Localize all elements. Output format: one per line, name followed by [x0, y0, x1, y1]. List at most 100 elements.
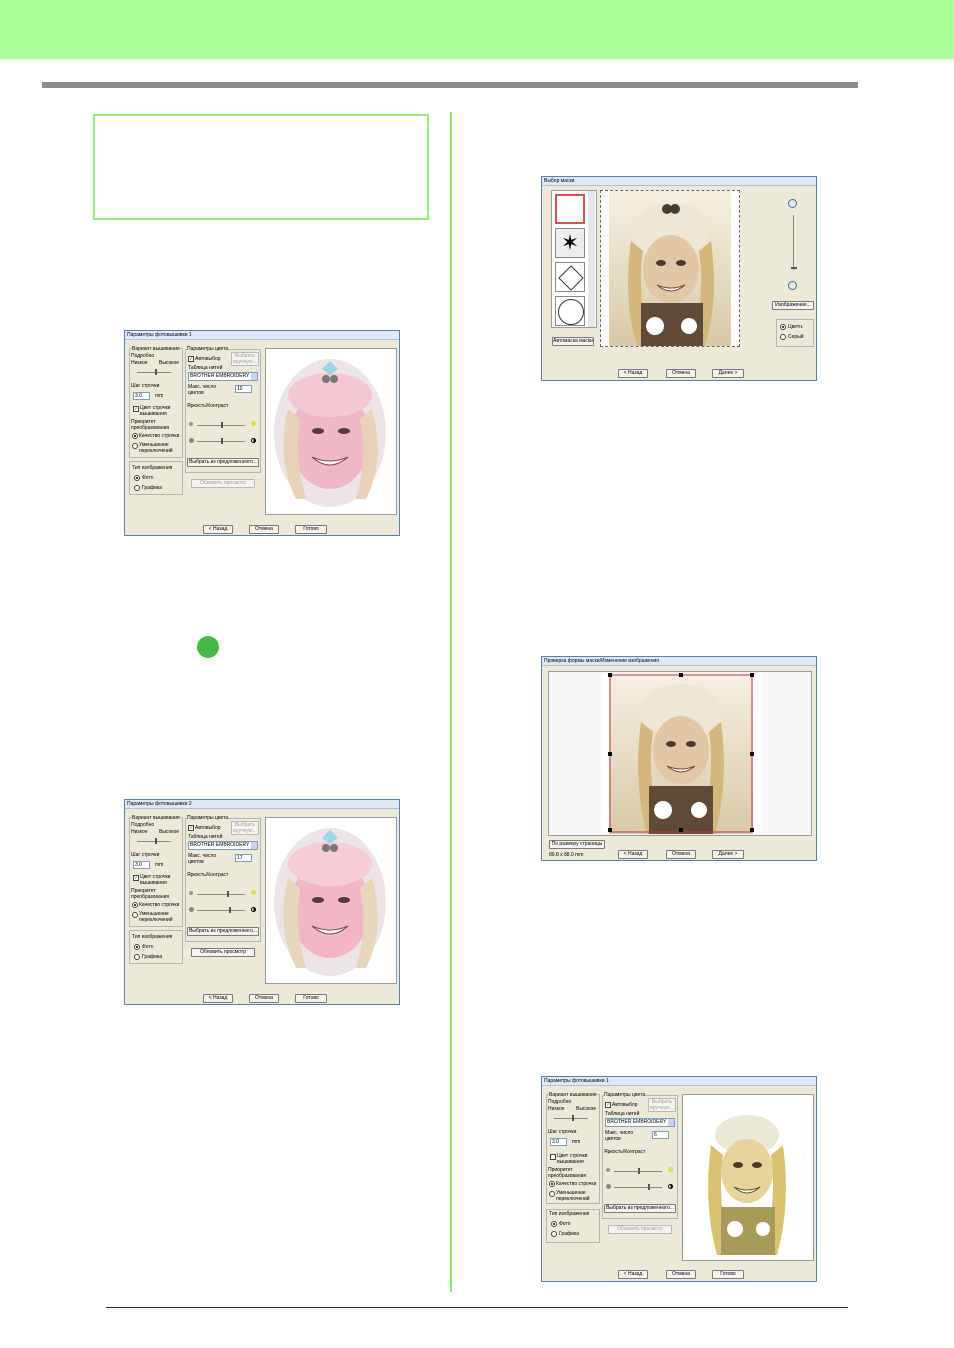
reduce-radio[interactable] — [549, 1191, 555, 1197]
max-colors-label: Макс. число цветов — [188, 853, 217, 865]
auto-select-checkbox[interactable]: ✓ — [188, 356, 194, 362]
circle-mask-icon[interactable] — [555, 296, 585, 326]
reduce-radio[interactable] — [132, 443, 138, 449]
cancel-button[interactable]: Отмена — [666, 850, 696, 859]
rectangle-mask-icon[interactable] — [555, 194, 585, 224]
max-colors-input[interactable]: 17 — [235, 854, 252, 862]
quality-radio[interactable] — [132, 433, 138, 439]
zoom-in-icon[interactable] — [788, 199, 797, 208]
graphics-radio[interactable] — [134, 485, 140, 491]
cancel-button[interactable]: Отмена — [249, 525, 279, 534]
diamond-mask-icon[interactable] — [555, 262, 585, 292]
photo-radio[interactable] — [551, 1221, 557, 1227]
choose-button[interactable]: Выбрать вручную... — [648, 1098, 676, 1112]
contrast-slider[interactable] — [197, 907, 245, 913]
zoom-out-icon[interactable] — [788, 281, 797, 290]
done-button[interactable]: Готово — [295, 525, 327, 534]
mask-shape-list[interactable]: ✶ — [551, 190, 597, 328]
max-colors-input[interactable]: 6 — [652, 1131, 669, 1139]
detail-slider[interactable] — [137, 838, 171, 844]
back-button[interactable]: < Назад — [618, 369, 648, 378]
thread-color-checkbox[interactable] — [550, 1154, 556, 1160]
cancel-button[interactable]: Отмена — [249, 994, 279, 1003]
photo-radio[interactable] — [134, 944, 140, 950]
dialog-title: Параметры фотовышивки 2 — [125, 800, 399, 809]
contrast-slider[interactable] — [614, 1184, 662, 1190]
next-button[interactable]: Далее > — [712, 369, 744, 378]
max-colors-label: Макс. число цветов — [605, 1130, 634, 1142]
detail-slider[interactable] — [554, 1115, 588, 1121]
reduce-radio[interactable] — [132, 912, 138, 918]
photo-radio[interactable] — [134, 475, 140, 481]
dialog-title: Параметры фотовышивки 1 — [125, 331, 399, 340]
detail-slider[interactable] — [137, 369, 171, 375]
auto-select-checkbox[interactable]: ✓ — [605, 1102, 611, 1108]
variant-group-label: Вариант вышивания — [549, 1092, 597, 1098]
step-marker — [197, 636, 219, 658]
quality-label: Качество строчки — [139, 433, 180, 439]
choose-suggested-button[interactable]: Выбрать из предложенного... — [187, 458, 259, 467]
done-button[interactable]: Готово — [295, 994, 327, 1003]
step-input[interactable]: 3.0 — [550, 1138, 567, 1146]
image-button[interactable]: Изображение... — [772, 301, 814, 310]
choose-button[interactable]: Выбрать вручную... — [231, 352, 259, 366]
back-button[interactable]: < Назад — [203, 994, 233, 1003]
auto-select-checkbox[interactable]: ✓ — [188, 825, 194, 831]
star-mask-icon[interactable]: ✶ — [555, 228, 585, 258]
back-button[interactable]: < Назад — [203, 525, 233, 534]
mask-photo-area — [600, 190, 740, 347]
preview-area — [682, 1094, 814, 1261]
fit-page-button[interactable]: По размеру страницы — [549, 840, 605, 849]
thread-color-checkbox[interactable]: ✓ — [133, 406, 139, 412]
brightness-slider[interactable] — [614, 1168, 662, 1174]
contrast-slider[interactable] — [197, 438, 245, 444]
quality-radio[interactable] — [549, 1181, 555, 1187]
contrast-low-icon — [606, 1184, 611, 1189]
done-button[interactable]: Готово — [712, 1270, 744, 1279]
list-scrollbar[interactable] — [588, 191, 595, 327]
header-band — [0, 0, 954, 59]
thread-table-select[interactable]: BROTHER EMBROIDERY — [605, 1118, 675, 1127]
thread-table-select[interactable]: BROTHER EMBROIDERY — [188, 841, 258, 850]
color-label: Цветн. — [788, 324, 804, 330]
thread-color-checkbox[interactable]: ✓ — [133, 875, 139, 881]
back-button[interactable]: < Назад — [618, 850, 648, 859]
thread-color-label: Цвет строчки вышивания — [140, 874, 171, 886]
refresh-preview-button[interactable]: Обновить просмотр — [191, 479, 255, 488]
step-input[interactable]: 3.0 — [133, 861, 150, 869]
choose-suggested-button[interactable]: Выбрать из предложенного... — [604, 1204, 676, 1213]
table-label: Таблица нитей — [188, 365, 223, 371]
step-input[interactable]: 3.0 — [133, 392, 150, 400]
cancel-button[interactable]: Отмена — [666, 1270, 696, 1279]
brightness-label: Яркость/Контраст — [187, 403, 229, 409]
next-button[interactable]: Далее > — [712, 850, 744, 859]
cancel-button[interactable]: Отмена — [666, 369, 696, 378]
thread-table-select[interactable]: BROTHER EMBROIDERY — [188, 372, 258, 381]
color-radio[interactable] — [780, 324, 786, 330]
graphics-radio[interactable] — [551, 1231, 557, 1237]
reduce-label: Уменьшение переключений — [139, 442, 173, 454]
choose-button[interactable]: Выбрать вручную... — [231, 821, 259, 835]
brightness-high-icon — [251, 890, 256, 895]
refresh-preview-button[interactable]: Обновить просмотр — [191, 948, 255, 957]
brightness-slider[interactable] — [197, 422, 245, 428]
variant-group-label: Вариант вышивания — [132, 346, 180, 352]
low-label: Низкое — [131, 360, 148, 366]
high-label: Высокое — [576, 1106, 597, 1112]
zoom-slider[interactable] — [791, 215, 797, 270]
embroidery-preview-image — [274, 828, 386, 976]
max-colors-input[interactable]: 10 — [235, 385, 252, 393]
step-unit: mm — [155, 862, 164, 868]
gray-radio[interactable] — [780, 334, 786, 340]
choose-suggested-button[interactable]: Выбрать из предложенного... — [187, 927, 259, 936]
brightness-slider[interactable] — [197, 891, 245, 897]
auto-mask-button[interactable]: Автомаска маски — [552, 337, 594, 346]
back-button[interactable]: < Назад — [618, 1270, 648, 1279]
graphics-radio[interactable] — [134, 954, 140, 960]
column-divider — [450, 112, 452, 1292]
low-label: Низкое — [548, 1106, 565, 1112]
quality-radio[interactable] — [132, 902, 138, 908]
refresh-preview-button[interactable]: Обновить просмотр — [608, 1225, 672, 1234]
preview-area — [265, 348, 397, 515]
reduce-label: Уменьшение переключений — [556, 1190, 590, 1202]
